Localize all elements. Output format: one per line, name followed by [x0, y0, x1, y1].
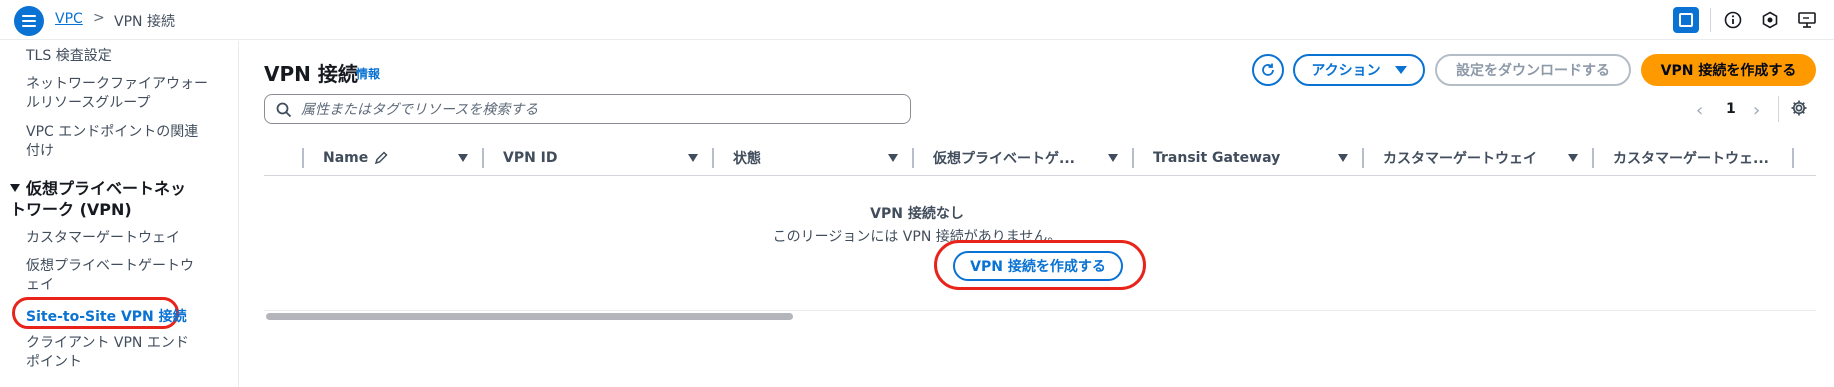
column-header-name[interactable]: Name: [323, 140, 388, 176]
sort-icon[interactable]: [1338, 154, 1348, 162]
search-field[interactable]: [264, 94, 911, 124]
column-header-state[interactable]: 状態: [733, 140, 761, 176]
column-separator: [482, 148, 484, 168]
sort-icon[interactable]: [1108, 154, 1118, 162]
actions-label: アクション: [1311, 63, 1381, 79]
column-header-customer-gateway[interactable]: カスタマーゲートウェイ: [1383, 140, 1537, 176]
caret-down-icon: [10, 184, 20, 192]
sort-icon[interactable]: [688, 154, 698, 162]
column-header-vpn-id[interactable]: VPN ID: [503, 140, 558, 176]
sidebar-item-network-firewall-group[interactable]: ネットワークファイアウォールリソースグループ: [26, 75, 216, 113]
column-header-customer-gateway-2[interactable]: カスタマーゲートウェ...: [1613, 140, 1769, 176]
previous-page-icon[interactable]: ‹: [1696, 100, 1703, 121]
sidebar-item-virtual-private-gateway[interactable]: 仮想プライベートゲートウェイ: [26, 257, 196, 295]
sort-icon[interactable]: [458, 154, 468, 162]
sort-icon[interactable]: [1568, 154, 1578, 162]
split-panel-icon[interactable]: [1673, 7, 1699, 33]
sort-icon[interactable]: [888, 154, 898, 162]
column-separator: [1792, 148, 1794, 168]
next-page-icon[interactable]: ›: [1753, 100, 1760, 121]
search-input[interactable]: [301, 100, 901, 120]
column-separator: [1592, 148, 1594, 168]
sidebar-item-client-vpn-endpoint[interactable]: クライアント VPN エンドポイント: [26, 334, 196, 372]
column-header-virtual-private-gateway[interactable]: 仮想プライベートゲ...: [933, 140, 1075, 176]
pager-divider: [1778, 96, 1779, 122]
pencil-icon: [375, 151, 388, 165]
sidebar-item-site-to-site-vpn[interactable]: Site-to-Site VPN 接続: [26, 306, 187, 326]
column-separator: [1362, 148, 1364, 168]
info-link[interactable]: 情報: [356, 65, 380, 82]
empty-state-create-button[interactable]: VPN 接続を作成する: [953, 251, 1123, 281]
feedback-icon[interactable]: [1796, 9, 1818, 31]
breadcrumb-separator: >: [93, 10, 105, 26]
empty-state-description: このリージョンには VPN 接続がありません。: [772, 229, 1062, 245]
refresh-button[interactable]: [1252, 54, 1284, 86]
breadcrumb-vpc-link[interactable]: VPC: [55, 11, 83, 27]
table-header: Name VPN ID 状態 仮想プライベートゲ... Transit Gate…: [264, 140, 1816, 176]
download-config-button[interactable]: 設定をダウンロードする: [1435, 54, 1631, 86]
toolbar-divider: [1710, 8, 1711, 32]
column-label: Name: [323, 150, 369, 166]
caret-down-icon: [1394, 66, 1407, 74]
create-vpn-connection-button[interactable]: VPN 接続を作成する: [1641, 54, 1816, 86]
notifications-icon[interactable]: [1759, 9, 1781, 31]
column-header-transit-gateway[interactable]: Transit Gateway: [1153, 140, 1280, 176]
sidebar-item-tls[interactable]: TLS 検査設定: [26, 47, 226, 66]
actions-dropdown-button[interactable]: アクション: [1293, 54, 1425, 86]
column-separator: [912, 148, 914, 168]
empty-state-title: VPN 接続なし: [870, 206, 964, 222]
sidebar-item-vpc-endpoint-association[interactable]: VPC エンドポイントの関連付け: [26, 123, 206, 161]
gear-icon[interactable]: [1790, 99, 1808, 121]
column-separator: [712, 148, 714, 168]
search-icon: [276, 102, 292, 122]
page-number[interactable]: 1: [1726, 101, 1736, 117]
refresh-icon: [1262, 63, 1274, 76]
column-separator: [1132, 148, 1134, 168]
horizontal-scrollbar[interactable]: [266, 313, 793, 320]
menu-icon[interactable]: [14, 6, 44, 36]
top-navigation-bar: VPC > VPN 接続: [0, 0, 1834, 40]
column-separator: [302, 148, 304, 168]
info-icon[interactable]: [1722, 9, 1744, 31]
breadcrumb-current: VPN 接続: [114, 14, 175, 30]
page-title: VPN 接続: [264, 62, 358, 86]
